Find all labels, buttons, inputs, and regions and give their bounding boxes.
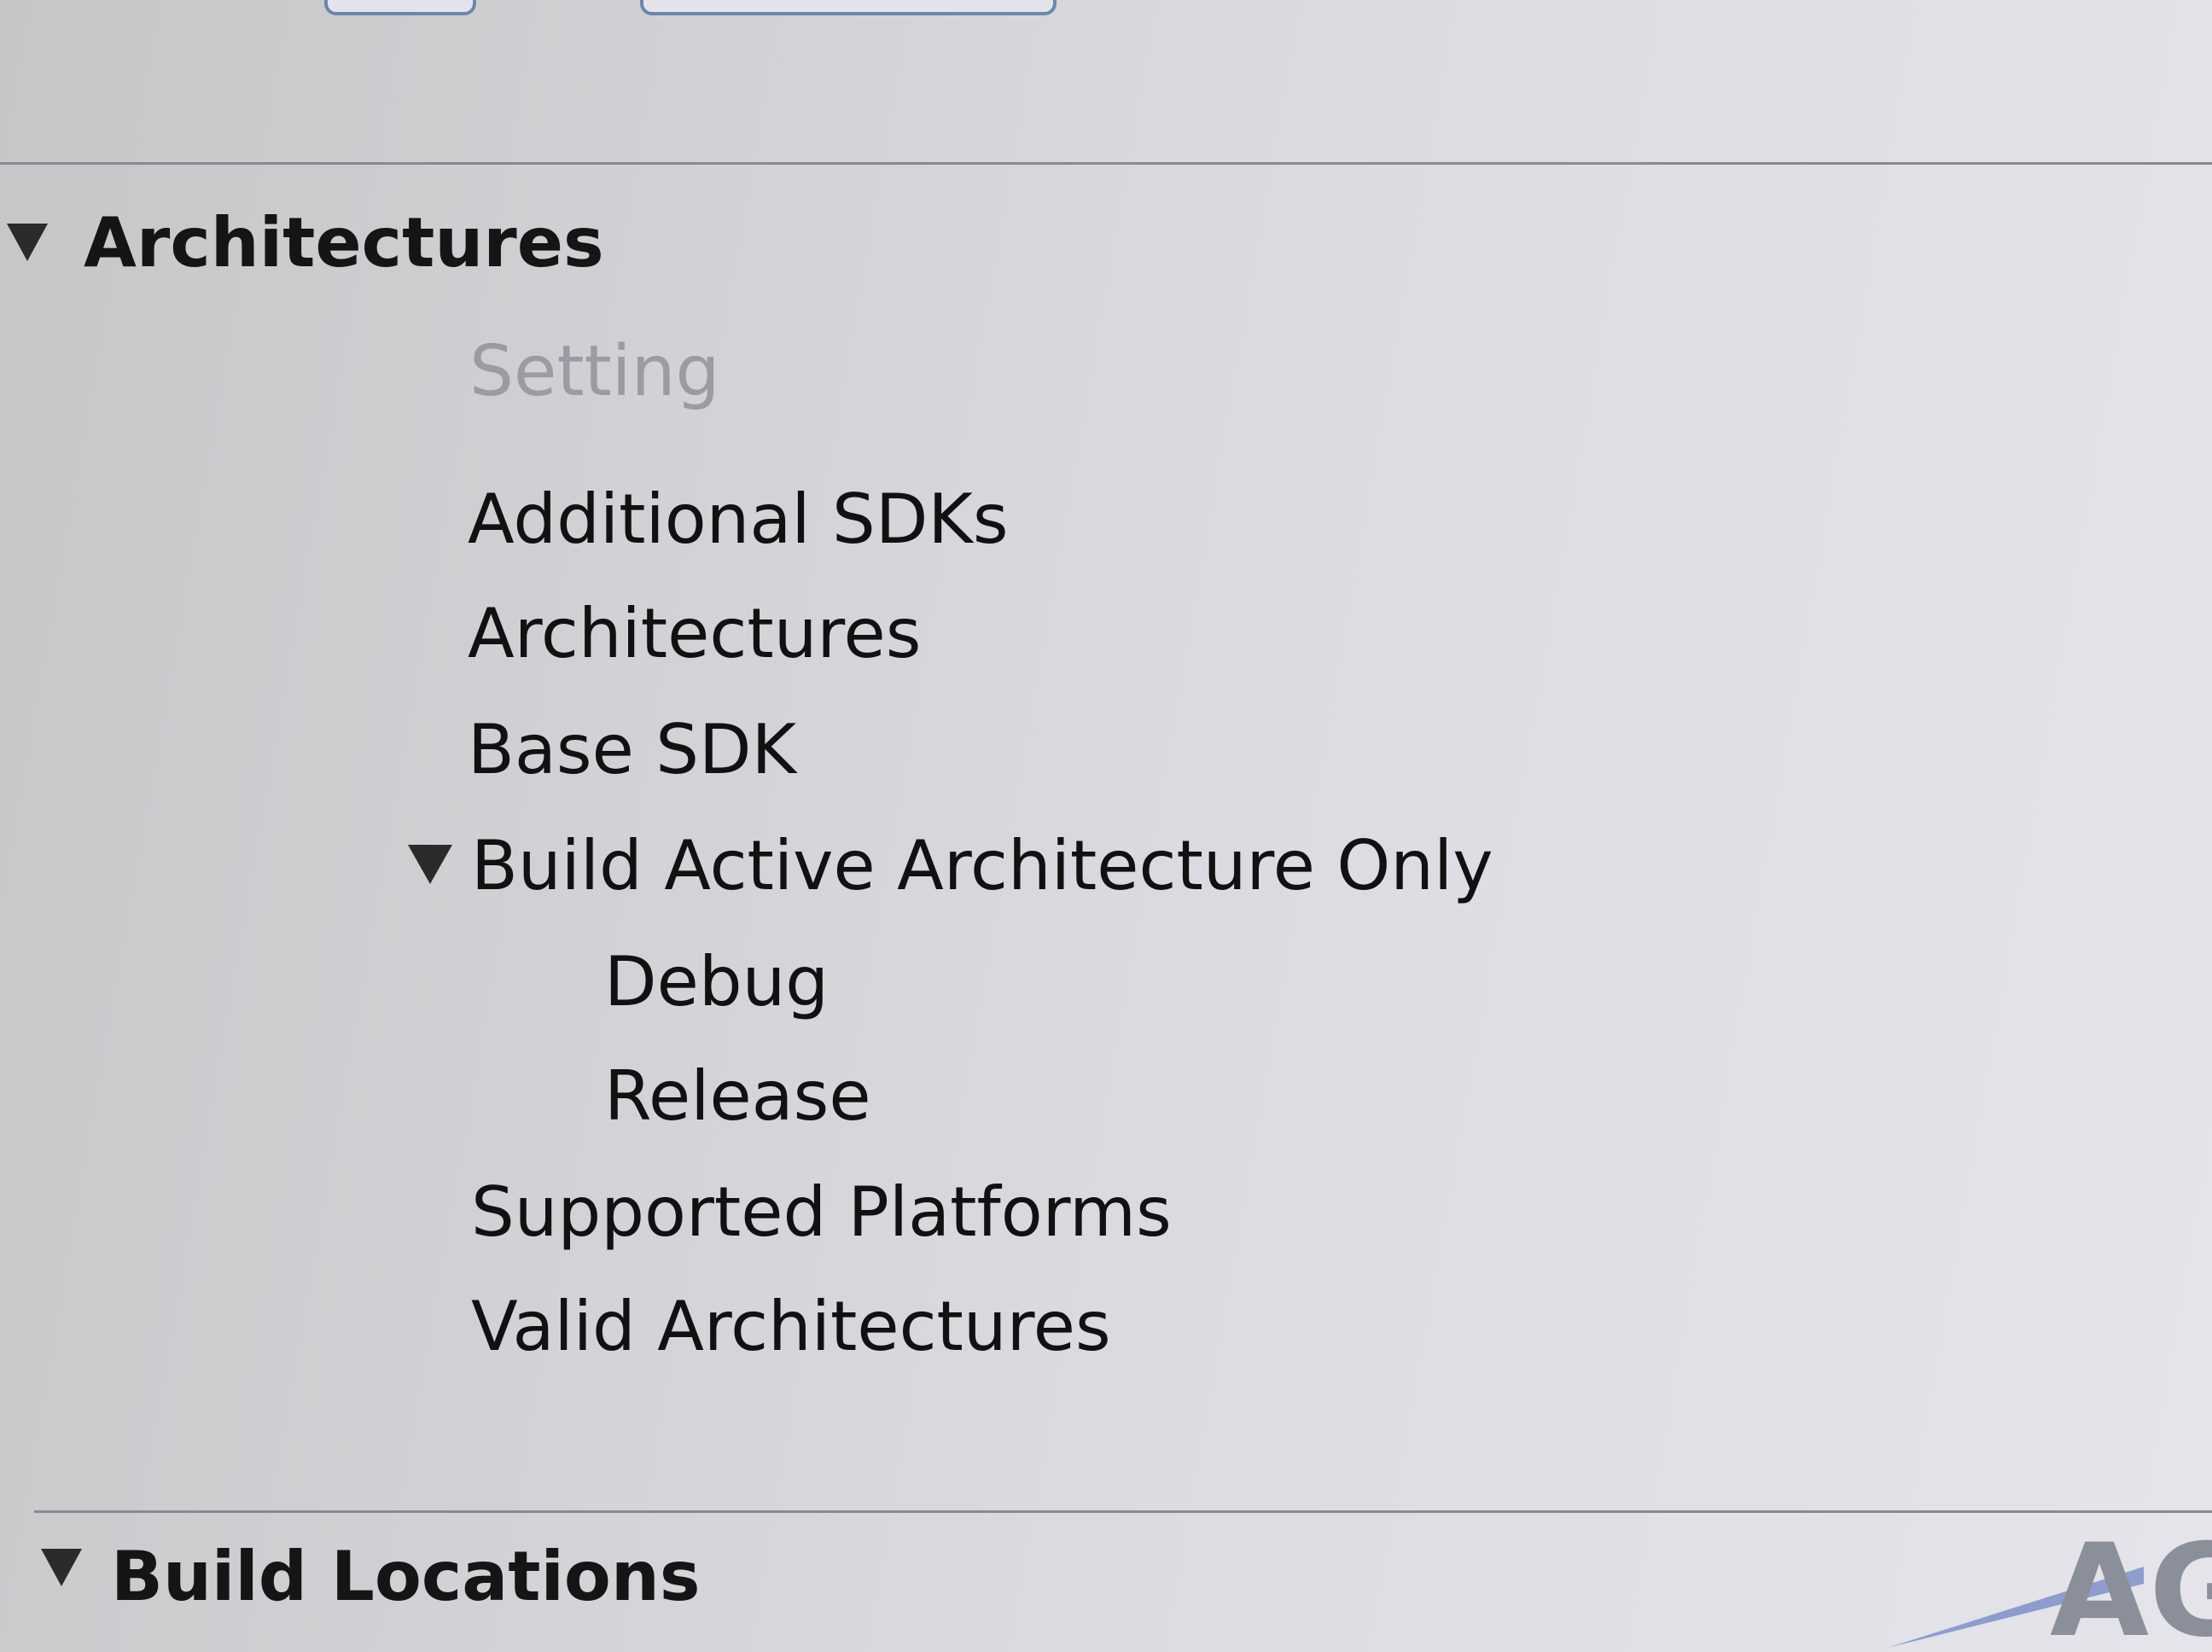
setting-subrow-debug[interactable]: Debug <box>604 948 829 1016</box>
section-title-architectures[interactable]: Architectures <box>84 209 604 277</box>
setting-row-valid-architectures[interactable]: Valid Architectures <box>471 1293 1111 1361</box>
toolbar-button-partial[interactable] <box>324 0 476 15</box>
setting-row-supported-platforms[interactable]: Supported Platforms <box>471 1178 1172 1247</box>
section-divider <box>0 162 2212 165</box>
setting-subrow-release[interactable]: Release <box>604 1062 871 1131</box>
column-header-setting[interactable]: Setting <box>469 337 720 407</box>
setting-row-additional-sdks[interactable]: Additional SDKs <box>468 486 1009 554</box>
disclosure-triangle-expanded-icon[interactable] <box>41 1549 82 1586</box>
setting-row-architectures[interactable]: Architectures <box>468 600 921 668</box>
disclosure-triangle-expanded-icon[interactable] <box>7 224 48 261</box>
watermark-logo: AG <box>1888 1517 2212 1652</box>
section-title-build-locations[interactable]: Build Locations <box>111 1543 700 1611</box>
disclosure-triangle-expanded-icon[interactable] <box>408 845 452 884</box>
toolbar-segmented-control-partial[interactable] <box>640 0 1057 15</box>
setting-row-build-active-architecture-only[interactable]: Build Active Architecture Only <box>471 832 1493 900</box>
watermark-text: AG <box>2050 1517 2212 1652</box>
section-divider <box>34 1510 2212 1513</box>
setting-row-base-sdk[interactable]: Base SDK <box>468 716 796 784</box>
